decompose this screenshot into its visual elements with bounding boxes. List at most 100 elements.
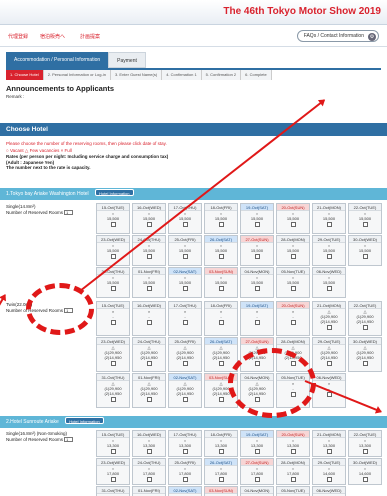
date-cell[interactable]: 03-Nov(SUN) ○ 15,500 [204, 267, 238, 298]
date-cell[interactable]: 27-Oct(SUN) ○ 17,800 [240, 458, 274, 485]
date-checkbox[interactable] [362, 449, 368, 454]
date-checkbox[interactable] [146, 477, 152, 482]
tab-payment[interactable]: Payment [108, 52, 146, 68]
date-cell[interactable]: 21-Oct(MON) △ (1)29,900 (2)14,950 [312, 301, 346, 336]
date-checkbox[interactable] [362, 361, 368, 366]
date-cell[interactable]: 25-Oct(FRI) ○ 17,800 [168, 458, 202, 485]
room-count-select[interactable]: 1 [64, 437, 74, 443]
date-cell[interactable]: 22-Oct(TUE) ○ 15,500 [348, 203, 382, 234]
date-cell[interactable]: 28-Oct(MON) ○ 17,800 [276, 458, 310, 485]
date-cell[interactable]: 22-Oct(TUE) ○ 13,300 [348, 430, 382, 457]
date-checkbox[interactable] [326, 361, 332, 366]
date-cell[interactable]: 24-Oct(THU) △ (1)29,900 (2)14,950 [132, 337, 166, 372]
date-checkbox[interactable] [146, 449, 152, 454]
date-checkbox[interactable] [254, 320, 260, 325]
date-checkbox[interactable] [362, 477, 368, 482]
date-checkbox[interactable] [290, 449, 296, 454]
date-checkbox[interactable] [290, 320, 296, 325]
date-cell[interactable]: 15-Oct(TUE) ○ 15,500 [96, 203, 130, 234]
date-checkbox[interactable] [146, 397, 152, 402]
date-cell[interactable]: 18-Oct(FRI) ○ 15,500 [204, 203, 238, 234]
date-cell[interactable]: 30-Oct(WED) ○ 15,500 [348, 235, 382, 266]
date-checkbox[interactable] [326, 449, 332, 454]
link-agent-registration[interactable]: 代理登録 [8, 33, 28, 40]
hotel-information-button[interactable]: Hotel Information [95, 189, 134, 196]
date-checkbox[interactable] [182, 477, 188, 482]
date-checkbox[interactable] [326, 286, 332, 291]
date-cell[interactable]: 19-Oct(SAT) × - [240, 301, 274, 336]
date-checkbox[interactable] [182, 254, 188, 259]
date-checkbox[interactable] [254, 222, 260, 227]
link-lodging-sales[interactable]: 宿泊販売へ [40, 33, 65, 40]
date-checkbox[interactable] [182, 361, 188, 366]
date-checkbox[interactable] [326, 222, 332, 227]
date-checkbox[interactable] [218, 254, 224, 259]
date-cell[interactable]: 18-Oct(FRI) × - [204, 301, 238, 336]
date-cell[interactable]: 01-Nov(FRI) △ (1)29,900 (2)14,950 [132, 373, 166, 408]
date-checkbox[interactable] [110, 397, 116, 402]
date-cell[interactable]: 21-Oct(MON) ○ 13,300 [312, 430, 346, 457]
date-cell[interactable]: 31-Oct(THU) [96, 486, 130, 496]
date-cell[interactable]: 06-Nov(WED) [312, 486, 346, 496]
date-cell[interactable]: 25-Oct(FRI) △ (1)29,900 (2)14,950 [168, 337, 202, 372]
date-checkbox[interactable] [362, 254, 368, 259]
date-cell[interactable]: 16-Oct(WED) ○ 15,500 [132, 203, 166, 234]
date-checkbox[interactable] [218, 222, 224, 227]
date-checkbox[interactable] [362, 325, 368, 330]
date-cell[interactable]: 23-Oct(WED) ○ 15,500 [96, 235, 130, 266]
date-cell[interactable]: 15-Oct(TUE) ○ 13,300 [96, 430, 130, 457]
date-cell[interactable]: 20-Oct(SUN) ○ 15,500 [276, 203, 310, 234]
tab-accommodation[interactable]: Accommodation / Personal Information [6, 52, 109, 68]
date-checkbox[interactable] [110, 361, 116, 366]
date-checkbox[interactable] [182, 320, 188, 325]
date-cell[interactable]: 04-Nov(MON) [240, 486, 274, 496]
room-count-select[interactable]: 1 [64, 210, 74, 216]
date-checkbox[interactable] [254, 449, 260, 454]
date-checkbox[interactable] [110, 320, 116, 325]
date-cell[interactable]: 19-Oct(SAT) ○ 13,300 [240, 430, 274, 457]
date-cell[interactable]: 20-Oct(SUN) × - [276, 301, 310, 336]
date-checkbox[interactable] [290, 286, 296, 291]
date-cell[interactable]: 02-Nov(SAT) [168, 486, 202, 496]
date-checkbox[interactable] [290, 477, 296, 482]
date-checkbox[interactable] [146, 361, 152, 366]
date-cell[interactable]: 17-Oct(THU) ○ 13,300 [168, 430, 202, 457]
date-cell[interactable]: 22-Oct(TUE) △ (1)29,900 (2)14,950 [348, 301, 382, 336]
date-cell[interactable]: 17-Oct(THU) × - [168, 301, 202, 336]
date-checkbox[interactable] [146, 286, 152, 291]
date-checkbox[interactable] [218, 286, 224, 291]
date-cell[interactable]: 19-Oct(SAT) ○ 15,500 [240, 203, 274, 234]
date-cell[interactable]: 29-Oct(TUE) ○ 14,600 [312, 458, 346, 485]
date-checkbox[interactable] [110, 286, 116, 291]
date-checkbox[interactable] [110, 254, 116, 259]
date-cell[interactable]: 27-Oct(SUN) ○ 15,500 [240, 235, 274, 266]
date-checkbox[interactable] [110, 222, 116, 227]
date-checkbox[interactable] [146, 254, 152, 259]
faq-contact-button[interactable]: FAQs / Contact Information ⚙ [296, 30, 379, 42]
date-checkbox[interactable] [362, 222, 368, 227]
date-checkbox[interactable] [182, 449, 188, 454]
date-cell[interactable]: 01-Nov(FRI) [132, 486, 166, 496]
date-checkbox[interactable] [218, 477, 224, 482]
date-cell[interactable]: 20-Oct(SUN) ○ 13,300 [276, 430, 310, 457]
date-cell[interactable]: 31-Oct(THU) △ (1)29,900 (2)14,950 [96, 373, 130, 408]
date-checkbox[interactable] [218, 320, 224, 325]
date-checkbox[interactable] [326, 254, 332, 259]
date-checkbox[interactable] [254, 254, 260, 259]
date-cell[interactable]: 01-Nov(FRI) ○ 15,500 [132, 267, 166, 298]
date-cell[interactable]: 30-Oct(WED) △ (1)29,900 (2)14,950 [348, 337, 382, 372]
date-checkbox[interactable] [290, 222, 296, 227]
date-cell[interactable]: 26-Oct(SAT) ○ 17,800 [204, 458, 238, 485]
date-checkbox[interactable] [218, 397, 224, 402]
date-checkbox[interactable] [182, 397, 188, 402]
date-checkbox[interactable] [326, 325, 332, 330]
date-checkbox[interactable] [110, 477, 116, 482]
date-cell[interactable]: 02-Nov(SAT) ○ 15,500 [168, 267, 202, 298]
date-cell[interactable]: 03-Nov(SUN) [204, 486, 238, 496]
date-checkbox[interactable] [218, 361, 224, 366]
date-cell[interactable]: 05-Nov(TUE) [276, 486, 310, 496]
date-cell[interactable]: 16-Oct(WED) × - [132, 301, 166, 336]
date-checkbox[interactable] [146, 320, 152, 325]
date-checkbox[interactable] [254, 477, 260, 482]
date-checkbox[interactable] [146, 222, 152, 227]
